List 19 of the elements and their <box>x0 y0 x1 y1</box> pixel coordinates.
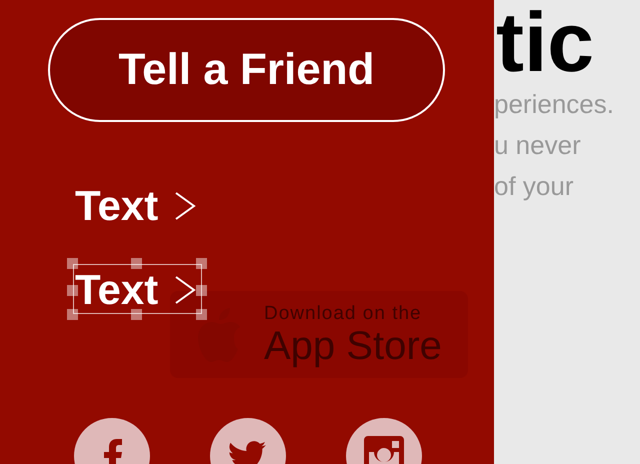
tell-a-friend-button[interactable]: Tell a Friend <box>48 18 445 122</box>
paragraph-line: periences. <box>494 88 615 121</box>
resize-handle[interactable] <box>196 285 208 296</box>
resize-handle[interactable] <box>196 258 208 269</box>
resize-handle[interactable] <box>67 258 78 269</box>
badge-title: App Store <box>264 324 442 366</box>
apple-icon <box>196 306 242 362</box>
paragraph-line: of your <box>494 170 574 203</box>
chevron-icon <box>174 191 196 221</box>
page-heading: tic <box>496 0 594 84</box>
resize-handle[interactable] <box>130 309 142 320</box>
badge-caption: Download on the <box>264 302 423 324</box>
paragraph-line: u never <box>494 129 582 162</box>
chevron-icon <box>174 275 196 305</box>
resize-handle[interactable] <box>130 258 142 269</box>
resize-handle[interactable] <box>67 309 78 320</box>
menu-link[interactable]: Text <box>75 182 196 230</box>
resize-handle[interactable] <box>196 309 208 320</box>
camera-icon <box>364 436 404 464</box>
